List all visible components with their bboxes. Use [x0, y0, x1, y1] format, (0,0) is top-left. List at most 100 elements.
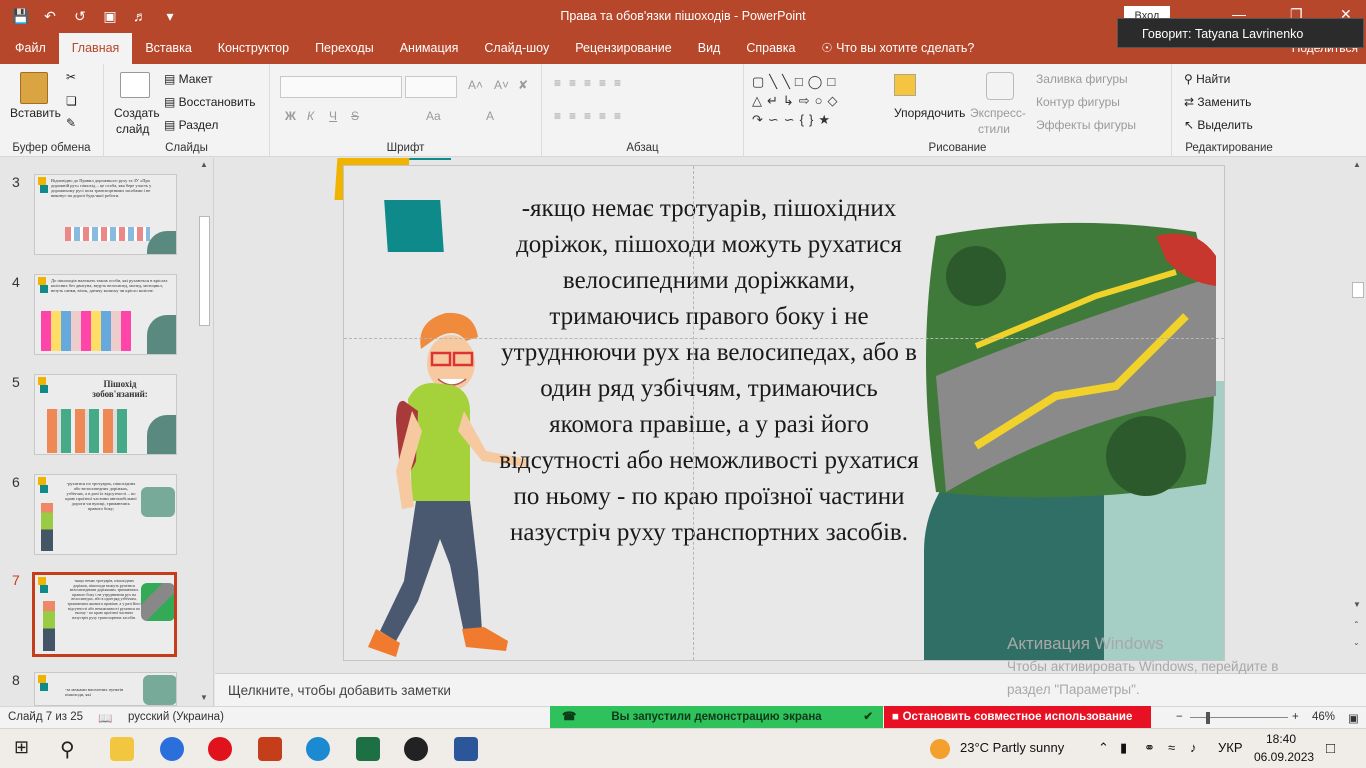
- weather-icon[interactable]: [930, 739, 950, 759]
- tab-animations[interactable]: Анимация: [387, 33, 472, 64]
- replace-icon: ⇄: [1184, 95, 1198, 109]
- language-indicator[interactable]: русский (Украина): [128, 711, 224, 723]
- deco-square: [40, 185, 48, 193]
- wifi-icon[interactable]: ≈: [1168, 740, 1175, 755]
- slide-thumbnail-4[interactable]: До пішоходів належать також особи, які р…: [34, 274, 177, 355]
- shape-outline-button[interactable]: Контур фигуры: [1036, 95, 1120, 109]
- change-case-button[interactable]: Aa: [426, 109, 441, 123]
- italic-button[interactable]: К: [307, 109, 314, 123]
- tab-review[interactable]: Рецензирование: [562, 33, 685, 64]
- tab-view[interactable]: Вид: [685, 33, 734, 64]
- bold-button[interactable]: Ж: [285, 109, 296, 123]
- slide-thumbnail-8[interactable]: -за межами населених пунктів пішоходи, я…: [34, 672, 177, 706]
- select-button[interactable]: ↖ Выделить: [1184, 118, 1253, 132]
- activation-watermark: Активация Windows Чтобы активировать Win…: [1007, 634, 1278, 700]
- notes-placeholder[interactable]: Щелкните, чтобы добавить заметки: [228, 683, 451, 698]
- weather-text[interactable]: 23°C Partly sunny: [960, 740, 1064, 755]
- media-player-icon[interactable]: [404, 737, 428, 761]
- list-buttons[interactable]: ≡≡≡≡≡: [554, 76, 629, 90]
- zoom-out-icon[interactable]: −: [1176, 711, 1183, 723]
- font-family-combo[interactable]: [280, 76, 402, 98]
- next-slide-icon[interactable]: ⌄: [1353, 638, 1360, 647]
- scroll-up-icon[interactable]: ▲: [200, 160, 208, 169]
- screen-share-indicator[interactable]: ☎ Вы запустили демонстрацию экрана ✔: [550, 706, 883, 728]
- editor-scrollbar[interactable]: ▲ ▼ ⌃ ⌄: [1350, 158, 1366, 670]
- new-slide-button[interactable]: Создать: [114, 106, 160, 120]
- battery-icon[interactable]: ▮: [1120, 740, 1127, 756]
- stop-share-button[interactable]: ■ Остановить совместное использование: [884, 706, 1151, 728]
- new-slide-button-2[interactable]: слайд: [116, 122, 149, 136]
- find-button[interactable]: ⚲ Найти: [1184, 72, 1230, 86]
- grow-font-icon[interactable]: A˄: [468, 78, 483, 92]
- slide-body-text[interactable]: -якщо немає тротуарів, пішохідних доріжо…: [499, 191, 919, 551]
- copy-icon[interactable]: ❏: [66, 94, 77, 108]
- volume-icon[interactable]: ♪: [1190, 740, 1197, 755]
- scroll-up-icon[interactable]: ▲: [1353, 160, 1361, 169]
- shape-effects-button[interactable]: Эффекты фигуры: [1036, 118, 1136, 132]
- scrollbar-thumb[interactable]: [199, 216, 210, 326]
- powerpoint-icon[interactable]: [258, 737, 282, 761]
- opera-icon[interactable]: [208, 737, 232, 761]
- clock-date[interactable]: 06.09.2023: [1254, 750, 1314, 764]
- scroll-down-icon[interactable]: ▼: [200, 693, 208, 702]
- strikethrough-button[interactable]: S: [351, 109, 359, 123]
- spellcheck-icon[interactable]: 📖: [98, 711, 112, 725]
- tab-home[interactable]: Главная: [58, 33, 133, 64]
- windows-start-icon[interactable]: ⊞: [14, 737, 38, 761]
- tab-file[interactable]: Файл: [0, 33, 59, 64]
- thumbnails-scrollbar[interactable]: ▲ ▼: [197, 158, 212, 704]
- current-slide[interactable]: -якщо немає тротуарів, пішохідних доріжо…: [343, 165, 1225, 661]
- word-icon[interactable]: [454, 737, 478, 761]
- prev-slide-icon[interactable]: ⌃: [1353, 620, 1360, 629]
- section-button[interactable]: ▤ Раздел: [164, 118, 218, 132]
- zoom-slider[interactable]: [1190, 717, 1288, 718]
- excel-icon[interactable]: [356, 737, 380, 761]
- scrollbar-thumb[interactable]: [1352, 282, 1364, 298]
- cut-icon[interactable]: ✂: [66, 70, 76, 84]
- shapes-gallery[interactable]: ▢╲╲□◯□ △↵↳⇨○◇ ↷∽∽{}★: [752, 72, 872, 130]
- replace-button[interactable]: ⇄ Заменить: [1184, 95, 1251, 109]
- select-label: Выделить: [1197, 118, 1253, 132]
- tab-help[interactable]: Справка: [733, 33, 808, 64]
- scroll-down-icon[interactable]: ▼: [1353, 600, 1361, 609]
- quick-styles-button[interactable]: Экспресс-: [970, 106, 1026, 120]
- deco-square: [38, 577, 46, 585]
- slide-thumbnail-5[interactable]: Пішохід зобов'язаний:: [34, 374, 177, 455]
- file-explorer-icon[interactable]: [110, 737, 134, 761]
- clear-format-icon[interactable]: ✘: [518, 78, 528, 92]
- group-label-paragraph: Абзац: [626, 142, 659, 154]
- font-color-button[interactable]: A: [486, 109, 494, 123]
- fit-slide-icon[interactable]: ▣: [1348, 711, 1359, 725]
- font-size-combo[interactable]: [405, 76, 457, 98]
- format-painter-icon[interactable]: ✎: [66, 116, 76, 130]
- tray-chevron-icon[interactable]: ⌃: [1098, 740, 1109, 756]
- tab-insert[interactable]: Вставка: [132, 33, 204, 64]
- zoom-app-icon[interactable]: [160, 737, 184, 761]
- slide-thumbnail-6[interactable]: -рухатися по тротуарах, пішохідних або в…: [34, 474, 177, 555]
- shield-check-icon: ✔: [863, 711, 873, 723]
- tab-design[interactable]: Конструктор: [205, 33, 302, 64]
- underline-button[interactable]: Ч: [329, 109, 337, 123]
- edge-icon[interactable]: [306, 737, 330, 761]
- paste-button[interactable]: Вставить: [10, 106, 61, 120]
- notifications-icon[interactable]: □: [1326, 740, 1335, 757]
- tell-me-search[interactable]: ☉ Что вы хотите сделать?: [808, 33, 987, 64]
- tab-slideshow[interactable]: Слайд-шоу: [471, 33, 562, 64]
- align-buttons[interactable]: ≡≡≡≡≡: [554, 109, 629, 123]
- zoom-level[interactable]: 46%: [1312, 711, 1335, 723]
- slide-editor: -якщо немає тротуарів, пішохідних доріжо…: [215, 158, 1350, 670]
- slide-thumbnail-3[interactable]: Відповідно до Правил дорожнього руху та …: [34, 174, 177, 255]
- shrink-font-icon[interactable]: A˅: [494, 78, 509, 92]
- zoom-in-icon[interactable]: +: [1292, 711, 1299, 723]
- input-language[interactable]: УКР: [1218, 740, 1243, 755]
- slide-thumbnail-7[interactable]: -якщо немає тротуарів, пішохідних доріжо…: [32, 572, 177, 657]
- search-icon[interactable]: ⚲: [60, 737, 84, 761]
- microphone-icon[interactable]: ⚭: [1144, 740, 1155, 756]
- zoom-slider-thumb[interactable]: [1206, 712, 1210, 724]
- tab-transitions[interactable]: Переходы: [302, 33, 387, 64]
- arrange-button[interactable]: Упорядочить: [894, 106, 965, 120]
- clock-time[interactable]: 18:40: [1266, 732, 1296, 746]
- layout-button[interactable]: ▤ Макет: [164, 72, 213, 86]
- reset-button[interactable]: ▤ Восстановить: [164, 95, 256, 109]
- shape-fill-button[interactable]: Заливка фигуры: [1036, 72, 1128, 86]
